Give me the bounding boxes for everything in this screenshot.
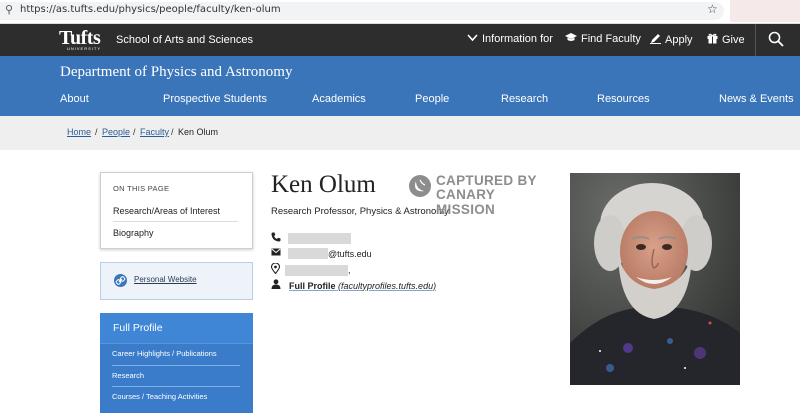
breadcrumb-current: Ken Olum <box>178 127 219 137</box>
personal-website-box[interactable]: Personal Website <box>100 262 253 300</box>
link-career-highlights[interactable]: Career Highlights / Publications <box>112 349 217 358</box>
tufts-logo[interactable]: Tufts UNIVERSITY <box>59 27 111 53</box>
full-profile-link-source: (facultyprofiles.tufts.edu) <box>338 280 437 291</box>
envelope-icon <box>271 248 285 259</box>
school-name-link[interactable]: School of Arts and Sciences <box>116 34 253 46</box>
information-for-menu[interactable]: Information for <box>467 33 553 45</box>
canary-mission-watermark: CAPTURED BY CANARY MISSION <box>409 172 554 217</box>
breadcrumb-faculty[interactable]: Faculty <box>140 127 169 137</box>
email-row: @tufts.edu <box>271 248 372 259</box>
redacted-phone <box>288 233 351 244</box>
link-icon <box>114 274 127 287</box>
redacted-email-user <box>288 248 328 259</box>
gift-icon <box>707 33 718 47</box>
site-settings-icon[interactable]: ⚲ <box>5 3 13 16</box>
on-this-page-box: ON THIS PAGE Research/Areas of Interest … <box>100 172 253 249</box>
profile-photo <box>570 173 740 385</box>
full-profile-heading[interactable]: Full Profile <box>113 322 163 334</box>
jump-link-research[interactable]: Research/Areas of Interest <box>113 206 220 216</box>
department-header: Department of Physics and Astronomy Abou… <box>0 56 800 116</box>
location-pin-icon <box>270 262 285 277</box>
nav-academics[interactable]: Academics <box>312 93 366 105</box>
breadcrumb: Home / People / Faculty / Ken Olum <box>0 116 800 150</box>
header-divider <box>755 24 756 56</box>
department-title[interactable]: Department of Physics and Astronomy <box>60 64 292 81</box>
person-icon <box>271 279 285 292</box>
breadcrumb-separator: / <box>133 127 136 137</box>
phone-icon <box>271 232 285 245</box>
browser-address-bar: ⚲ https://as.tufts.edu/physics/people/fa… <box>0 0 800 24</box>
profile-name: Ken Olum <box>271 171 376 198</box>
apply-link[interactable]: Apply <box>650 33 693 47</box>
full-profile-row: Full Profile (facultyprofiles.tufts.edu) <box>271 279 436 292</box>
canary-logo-icon <box>409 175 431 197</box>
address-row: , <box>270 262 351 277</box>
breadcrumb-separator: / <box>95 127 98 137</box>
university-header: Tufts UNIVERSITY School of Arts and Scie… <box>0 24 800 56</box>
search-icon[interactable] <box>768 31 784 47</box>
redacted-address <box>285 264 348 276</box>
phone-row <box>271 232 351 245</box>
divider <box>113 221 238 222</box>
nav-people[interactable]: People <box>415 93 449 105</box>
graduation-cap-icon <box>565 33 577 45</box>
pencil-icon <box>650 33 661 47</box>
nav-about[interactable]: About <box>60 93 89 105</box>
full-profile-links: Career Highlights / Publications Researc… <box>100 343 253 413</box>
browser-toolbar-area <box>730 0 800 22</box>
jump-link-biography[interactable]: Biography <box>113 228 154 238</box>
bookmark-star-icon[interactable]: ☆ <box>707 2 718 16</box>
link-courses[interactable]: Courses / Teaching Activities <box>112 392 207 401</box>
nav-research[interactable]: Research <box>501 93 548 105</box>
nav-news-events[interactable]: News & Events <box>719 93 794 105</box>
breadcrumb-people[interactable]: People <box>102 127 130 137</box>
give-link[interactable]: Give <box>707 33 745 47</box>
address-tail: , <box>348 265 351 275</box>
personal-website-link[interactable]: Personal Website <box>134 275 197 284</box>
on-this-page-heading: ON THIS PAGE <box>113 184 170 193</box>
full-profile-box: Full Profile Career Highlights / Publica… <box>100 313 253 413</box>
link-research[interactable]: Research <box>112 371 144 380</box>
divider <box>112 386 240 387</box>
breadcrumb-home[interactable]: Home <box>67 127 91 137</box>
url-text[interactable]: https://as.tufts.edu/physics/people/facu… <box>20 4 281 15</box>
watermark-line-1: CAPTURED BY <box>436 173 537 188</box>
nav-prospective-students[interactable]: Prospective Students <box>163 93 267 105</box>
find-faculty-link[interactable]: Find Faculty <box>565 33 641 45</box>
full-profile-link-label: Full Profile <box>289 280 336 291</box>
profile-title: Research Professor, Physics & Astronomy <box>271 206 449 217</box>
chevron-down-icon <box>467 33 478 45</box>
divider <box>112 365 240 366</box>
watermark-line-2: CANARY MISSION <box>436 187 496 217</box>
full-profile-link[interactable]: Full Profile (facultyprofiles.tufts.edu) <box>289 281 436 291</box>
email-domain[interactable]: @tufts.edu <box>328 249 372 259</box>
nav-resources[interactable]: Resources <box>597 93 650 105</box>
breadcrumb-separator: / <box>171 127 174 137</box>
